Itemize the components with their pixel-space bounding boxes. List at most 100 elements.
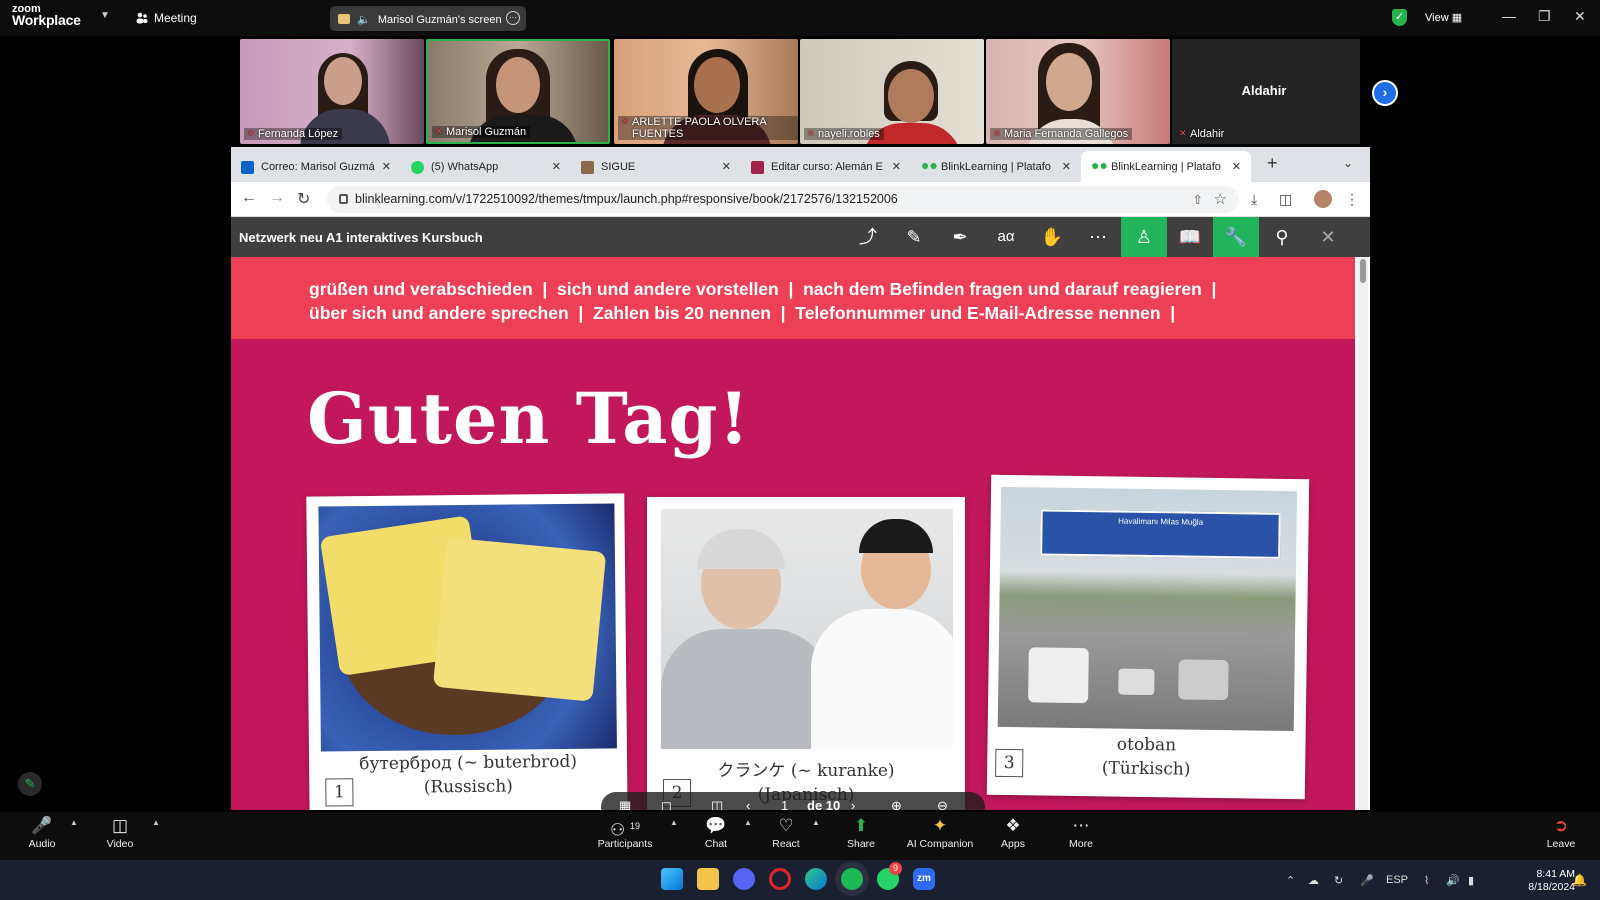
react-button[interactable]: ♡ React [766, 812, 806, 860]
volume-icon[interactable]: 🔊 [1446, 874, 1460, 887]
participant-tile[interactable]: Fernanda López [240, 39, 424, 144]
notification-bell-icon[interactable]: 🔔 [1572, 873, 1587, 887]
browser-tab-outlook[interactable]: Correo: Marisol Guzmá ✕ [231, 151, 401, 182]
audio-button[interactable]: 🎤 Audio [20, 812, 64, 860]
search-icon[interactable]: ⚲ [1259, 217, 1305, 257]
meeting-menu[interactable]: Meeting [136, 11, 197, 25]
file-explorer-icon[interactable] [697, 868, 719, 890]
opera-icon[interactable] [769, 868, 791, 890]
participant-tile[interactable]: Aldahir Aldahir [1172, 39, 1356, 144]
forward-arrow-icon[interactable]: → [269, 189, 285, 207]
sync-icon[interactable]: ↻ [1334, 874, 1343, 887]
spotify-icon[interactable] [841, 868, 863, 890]
marker-icon[interactable]: ✒ [937, 217, 983, 257]
share-page-icon[interactable]: ⇧ [1193, 192, 1203, 207]
browser-tab-blinklearning[interactable]: ●● BlinkLearning | Platafo ✕ [911, 151, 1081, 182]
vocab-card-3[interactable]: Havalimanı Milas Muğla otoban (Türkisch)… [986, 474, 1310, 800]
browser-tab-sigue[interactable]: SIGUE ✕ [571, 151, 741, 182]
prev-page-icon[interactable]: ‹ [746, 798, 750, 810]
chevron-down-icon[interactable]: ▼ [100, 10, 110, 21]
onedrive-icon[interactable]: ☁ [1308, 874, 1319, 887]
browser-menu-icon[interactable]: ⋮ [1345, 191, 1359, 208]
share-icon[interactable]: ⤴ [845, 217, 891, 257]
new-tab-plus-icon[interactable]: + [1267, 153, 1278, 174]
close-window-icon[interactable]: ✕ [1574, 8, 1586, 25]
video-options-caret[interactable]: ▲ [146, 812, 160, 860]
leave-button[interactable]: ➲ Leave [1542, 812, 1580, 860]
browser-tab-whatsapp[interactable]: (5) WhatsApp ✕ [401, 151, 571, 182]
language-indicator[interactable]: ESP [1386, 874, 1408, 886]
thumbnails-grid-icon[interactable]: ▦ [619, 798, 631, 810]
participant-tile[interactable]: Maria Fernanda Gallegos [986, 39, 1170, 144]
screen-share-pill[interactable]: 🔈 Marisol Guzmán's screen ··· [330, 6, 526, 31]
back-arrow-icon[interactable]: ← [241, 189, 257, 207]
participants-caret[interactable]: ▲ [664, 812, 678, 860]
side-panel-icon[interactable]: ◫ [1279, 191, 1292, 208]
browser-tab-blinklearning-active[interactable]: ●● BlinkLearning | Platafo ✕ [1081, 151, 1251, 182]
edge-icon[interactable] [805, 868, 827, 890]
tab-search-chevron-icon[interactable]: ⌄ [1343, 156, 1353, 170]
pencil-icon[interactable]: ✎ [891, 217, 937, 257]
battery-icon[interactable]: ▮ [1468, 874, 1474, 887]
more-button[interactable]: ⋯ More [1062, 812, 1100, 860]
close-tab-icon[interactable]: ✕ [1062, 160, 1071, 173]
card-caption: クランケ (~ kuranke) [717, 761, 895, 781]
text-size-icon[interactable]: aα [983, 217, 1029, 257]
page-scrollbar[interactable] [1358, 257, 1368, 810]
gallery-next-arrow-icon[interactable]: › [1372, 80, 1398, 106]
participants-button[interactable]: ⚇ 19 Participants [596, 812, 654, 860]
close-tab-icon[interactable]: ✕ [382, 160, 391, 173]
zoom-in-icon[interactable]: ⊕ [891, 798, 902, 810]
close-tab-icon[interactable]: ✕ [552, 160, 561, 173]
zoom-logo[interactable]: zoom Workplace [12, 4, 81, 28]
browser-tab-moodle[interactable]: Editar curso: Alemán E ✕ [741, 151, 911, 182]
current-page[interactable]: 1 [781, 798, 788, 810]
chat-caret[interactable]: ▲ [738, 812, 752, 860]
minimize-icon[interactable]: — [1502, 8, 1516, 24]
restore-icon[interactable]: ❐ [1538, 8, 1551, 25]
whatsapp-taskbar-icon[interactable]: 9 [877, 862, 902, 890]
teacher-mode-icon[interactable]: ♙ [1121, 217, 1167, 257]
vocab-card-1[interactable]: бутерброд (~ buterbrod) (Russisch) 1 [306, 493, 628, 810]
view-label: View [1425, 12, 1449, 24]
next-page-icon[interactable]: › [851, 798, 855, 810]
close-tab-icon[interactable]: ✕ [722, 160, 731, 173]
close-tab-icon[interactable]: ✕ [892, 160, 901, 173]
zoom-out-icon[interactable]: ⊖ [937, 798, 948, 810]
participant-tile-active-speaker[interactable]: Marisol Guzmán [426, 39, 610, 144]
wrench-tools-icon[interactable]: 🔧 [1213, 217, 1259, 257]
ai-companion-button[interactable]: ✦ AI Companion [904, 812, 976, 860]
zoom-taskbar-icon[interactable]: zm [913, 868, 935, 890]
bookmark-star-icon[interactable]: ☆ [1214, 190, 1227, 208]
url-field[interactable]: blinklearning.com/v/1722510092/themes/tm… [327, 186, 1239, 213]
apps-grid-icon[interactable]: ⋯ [1075, 217, 1121, 257]
close-tab-icon[interactable]: ✕ [1232, 160, 1241, 173]
react-caret[interactable]: ▲ [806, 812, 820, 860]
encryption-shield-icon[interactable]: ✓ [1392, 9, 1407, 26]
mic-tray-icon[interactable]: 🎤 [1360, 874, 1374, 887]
profile-avatar[interactable] [1314, 190, 1332, 208]
chat-button[interactable]: 💬 Chat [696, 812, 736, 860]
apps-button[interactable]: ❖ Apps [994, 812, 1032, 860]
download-icon[interactable]: ⤓ [1251, 191, 1257, 208]
share-button[interactable]: ⬆ Share [842, 812, 880, 860]
annotate-pencil-icon[interactable]: ✎ [18, 772, 42, 796]
double-page-icon[interactable]: ◫ [711, 798, 723, 810]
audio-options-caret[interactable]: ▲ [64, 812, 78, 860]
view-button[interactable]: View ▦ [1425, 11, 1462, 24]
participant-tile[interactable]: ARLETTE PAOLA OLVERA FUENTES [614, 39, 798, 144]
reload-icon[interactable]: ↻ [297, 189, 310, 209]
participant-tile[interactable]: nayeli.robles [800, 39, 984, 144]
video-button[interactable]: ◫ Video [98, 812, 142, 860]
close-book-icon[interactable]: ✕ [1305, 217, 1351, 257]
windows-start-icon[interactable] [661, 868, 683, 890]
book-icon[interactable]: 📖 [1167, 217, 1213, 257]
hand-pointer-icon[interactable]: ✋ [1029, 217, 1075, 257]
wifi-icon[interactable]: ⌇ [1424, 874, 1429, 887]
more-options-icon[interactable]: ··· [506, 11, 520, 25]
tray-chevron-icon[interactable]: ⌃ [1286, 874, 1295, 887]
fit-page-icon[interactable]: ◻ [661, 798, 672, 810]
clock[interactable]: 8:41 AM 8/18/2024 [1515, 868, 1575, 894]
discord-icon[interactable] [733, 868, 755, 890]
vocab-card-2[interactable]: クランケ (~ kuranke) (Japanisch) 2 [647, 497, 965, 810]
